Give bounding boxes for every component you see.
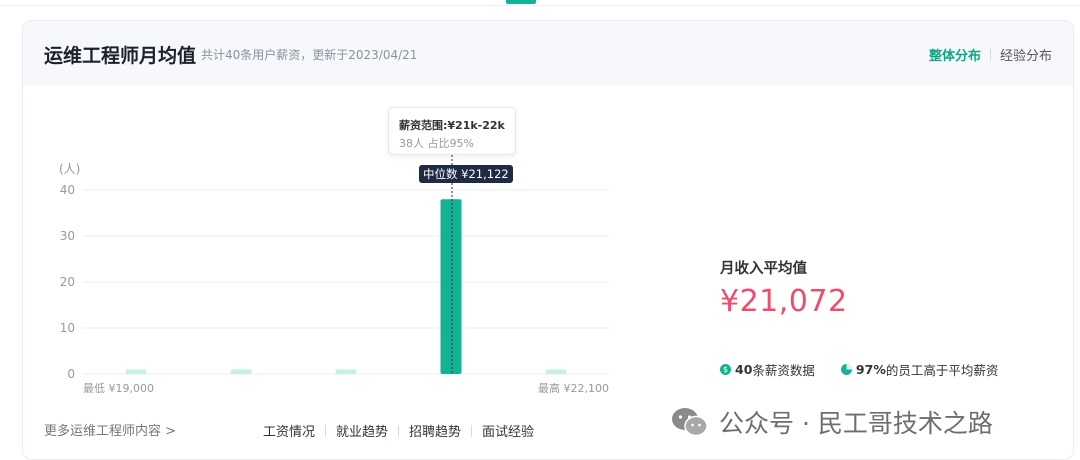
y-tick-label: 20 [60, 275, 75, 289]
page-title: 运维工程师月均值 [44, 45, 197, 67]
tooltip-detail: 38人 占比95% [399, 137, 474, 150]
median-label: 中位数 ¥21,122 [419, 165, 513, 183]
footer-tabs: 工资情况 就业趋势 招聘趋势 面试经验 [263, 421, 534, 440]
footer-tab-divider [398, 424, 400, 437]
x-axis-min-label: 最低 ¥19,000 [83, 382, 154, 395]
card-header: 运维工程师月均值 共计40条用户薪资，更新于2023/04/21 整体分布 经验… [23, 21, 1073, 85]
bar-highlight [440, 199, 462, 374]
stat-above-average: 97% 的员工高于平均薪资 [840, 360, 999, 379]
footer-tab-employment-trend[interactable]: 就业趋势 [336, 421, 388, 440]
watermark-text: 公众号 · 民工哥技术之路 [719, 409, 993, 438]
average-block: 月收入平均值 ¥21,072 [720, 257, 848, 319]
average-value: ¥21,072 [720, 284, 848, 319]
bar [125, 369, 147, 374]
bar [335, 369, 357, 374]
tooltip-title: 薪资范围:¥21k-22k [399, 119, 505, 132]
bar [230, 369, 252, 374]
stat-record-count-value: 40 [735, 362, 753, 377]
footer-tab-divider [325, 424, 327, 437]
more-content-link[interactable]: 更多运维工程师内容 > [44, 420, 176, 439]
stat-above-average-text: 的员工高于平均薪资 [885, 363, 999, 378]
stat-above-average-value: 97% [855, 362, 886, 377]
stat-record-count-text: 条薪资数据 [752, 363, 815, 378]
stats-row: $ 40 条薪资数据 97% 的员工高于平均薪资 [720, 360, 1024, 379]
average-label: 月收入平均值 [720, 261, 807, 277]
footer-tab-divider [471, 424, 473, 437]
y-tick-label: 10 [60, 321, 75, 335]
pie-chart-icon [840, 364, 852, 375]
stat-record-count: $ 40 条薪资数据 [720, 360, 815, 379]
salary-bar-chart-svg: (人) 0 10 20 30 40 最低 ¥19,000 最高 ¥22,100 [59, 155, 609, 395]
tab-divider [989, 48, 991, 61]
tab-experience-distribution[interactable]: 经验分布 [1000, 45, 1052, 64]
salary-card: 运维工程师月均值 共计40条用户薪资，更新于2023/04/21 整体分布 经验… [22, 20, 1074, 460]
wechat-watermark: 公众号 · 民工哥技术之路 [671, 404, 993, 440]
dollar-icon: $ [720, 364, 731, 375]
bar [545, 369, 567, 374]
y-tick-label: 30 [60, 229, 75, 243]
active-tab-indicator [506, 0, 536, 4]
tab-overall-distribution[interactable]: 整体分布 [929, 45, 981, 64]
page-subtitle: 共计40条用户薪资，更新于2023/04/21 [201, 48, 418, 62]
footer-tab-hiring-trend[interactable]: 招聘趋势 [409, 421, 461, 440]
x-axis-max-label: 最高 ¥22,100 [538, 381, 609, 395]
distribution-tabs: 整体分布 经验分布 [929, 45, 1052, 64]
y-tick-label: 0 [67, 367, 75, 381]
wechat-icon [672, 408, 708, 437]
footer-tab-interview[interactable]: 面试经验 [482, 421, 534, 440]
bar-tooltip: 薪资范围:¥21k-22k 38人 占比95% [388, 107, 516, 155]
salary-chart: (人) 0 10 20 30 40 最低 ¥19,000 最高 ¥22,100 薪资范围:¥2… [23, 85, 663, 405]
footer-tab-salary[interactable]: 工资情况 [263, 421, 315, 440]
y-tick-label: 40 [60, 183, 75, 197]
y-axis-unit-label: (人) [59, 162, 80, 176]
top-tab-bar [0, 0, 1080, 6]
